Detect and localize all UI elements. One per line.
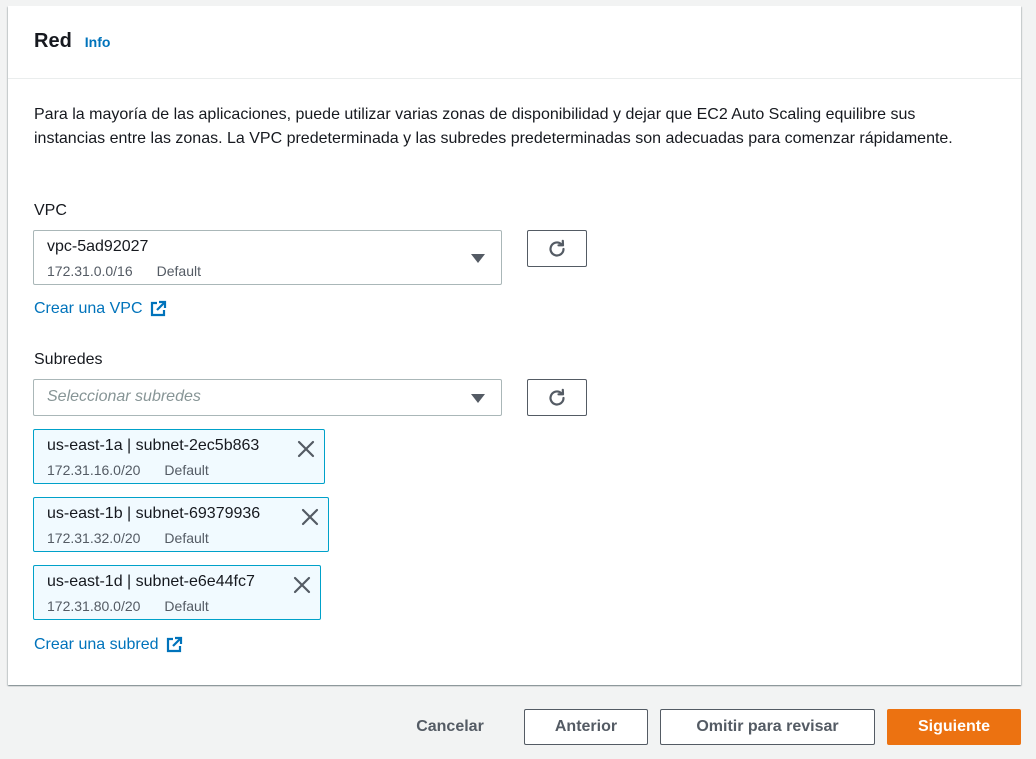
- close-icon[interactable]: [296, 439, 316, 459]
- subnet-default-tag: Default: [164, 530, 209, 546]
- subnet-token-details: 172.31.80.0/20 Default: [47, 598, 209, 614]
- caret-down-icon: [471, 394, 485, 403]
- subnet-cidr: 172.31.16.0/20: [47, 462, 141, 478]
- create-subnet-label: Crear una subred: [34, 636, 159, 653]
- close-icon[interactable]: [292, 575, 312, 595]
- vpc-default-tag: Default: [156, 263, 201, 279]
- section-description: Para la mayoría de las aplicaciones, pue…: [34, 106, 953, 147]
- subnet-token: us-east-1a | subnet-2ec5b863 172.31.16.0…: [33, 429, 325, 484]
- previous-button[interactable]: Anterior: [524, 709, 648, 745]
- create-vpc-link[interactable]: Crear una VPC: [34, 300, 167, 318]
- refresh-icon: [549, 388, 565, 406]
- panel-header: Red Info: [8, 6, 1021, 79]
- subnet-token-label: us-east-1b | subnet-69379936: [47, 505, 261, 522]
- subnet-default-tag: Default: [164, 462, 209, 478]
- refresh-icon: [549, 239, 565, 257]
- caret-down-icon: [471, 254, 485, 263]
- subnet-token-details: 172.31.32.0/20 Default: [47, 530, 209, 546]
- vpc-selected-details: 172.31.0.0/16 Default: [47, 263, 201, 279]
- subnets-label: Subredes: [34, 351, 103, 368]
- panel-title: Red: [34, 30, 72, 52]
- close-icon[interactable]: [300, 507, 320, 527]
- subnet-token: us-east-1b | subnet-69379936 172.31.32.0…: [33, 497, 329, 552]
- create-subnet-link[interactable]: Crear una subred: [34, 636, 183, 654]
- vpc-selected-id: vpc-5ad92027: [47, 238, 149, 255]
- subnet-token-label: us-east-1a | subnet-2ec5b863: [47, 437, 260, 454]
- next-button[interactable]: Siguiente: [887, 709, 1021, 745]
- subnet-default-tag: Default: [164, 598, 209, 614]
- vpc-cidr: 172.31.0.0/16: [47, 263, 133, 279]
- subnet-token-label: us-east-1d | subnet-e6e44fc7: [47, 573, 255, 590]
- vpc-refresh-button[interactable]: [527, 230, 587, 267]
- network-panel: Red Info Para la mayoría de las aplicaci…: [8, 6, 1021, 685]
- subnet-token: us-east-1d | subnet-e6e44fc7 172.31.80.0…: [33, 565, 321, 620]
- create-vpc-label: Crear una VPC: [34, 300, 143, 317]
- info-link[interactable]: Info: [85, 34, 111, 50]
- subnets-refresh-button[interactable]: [527, 379, 587, 416]
- vpc-select[interactable]: vpc-5ad92027 172.31.0.0/16 Default: [33, 230, 502, 285]
- subnets-select[interactable]: Seleccionar subredes: [33, 379, 502, 416]
- external-link-icon: [166, 636, 182, 653]
- vpc-label: VPC: [34, 202, 67, 219]
- external-link-icon: [150, 300, 166, 317]
- cancel-button[interactable]: Cancelar: [400, 709, 500, 745]
- subnets-placeholder: Seleccionar subredes: [47, 388, 201, 405]
- subnet-cidr: 172.31.80.0/20: [47, 598, 141, 614]
- subnet-cidr: 172.31.32.0/20: [47, 530, 141, 546]
- subnet-token-details: 172.31.16.0/20 Default: [47, 462, 209, 478]
- skip-to-review-button[interactable]: Omitir para revisar: [660, 709, 875, 745]
